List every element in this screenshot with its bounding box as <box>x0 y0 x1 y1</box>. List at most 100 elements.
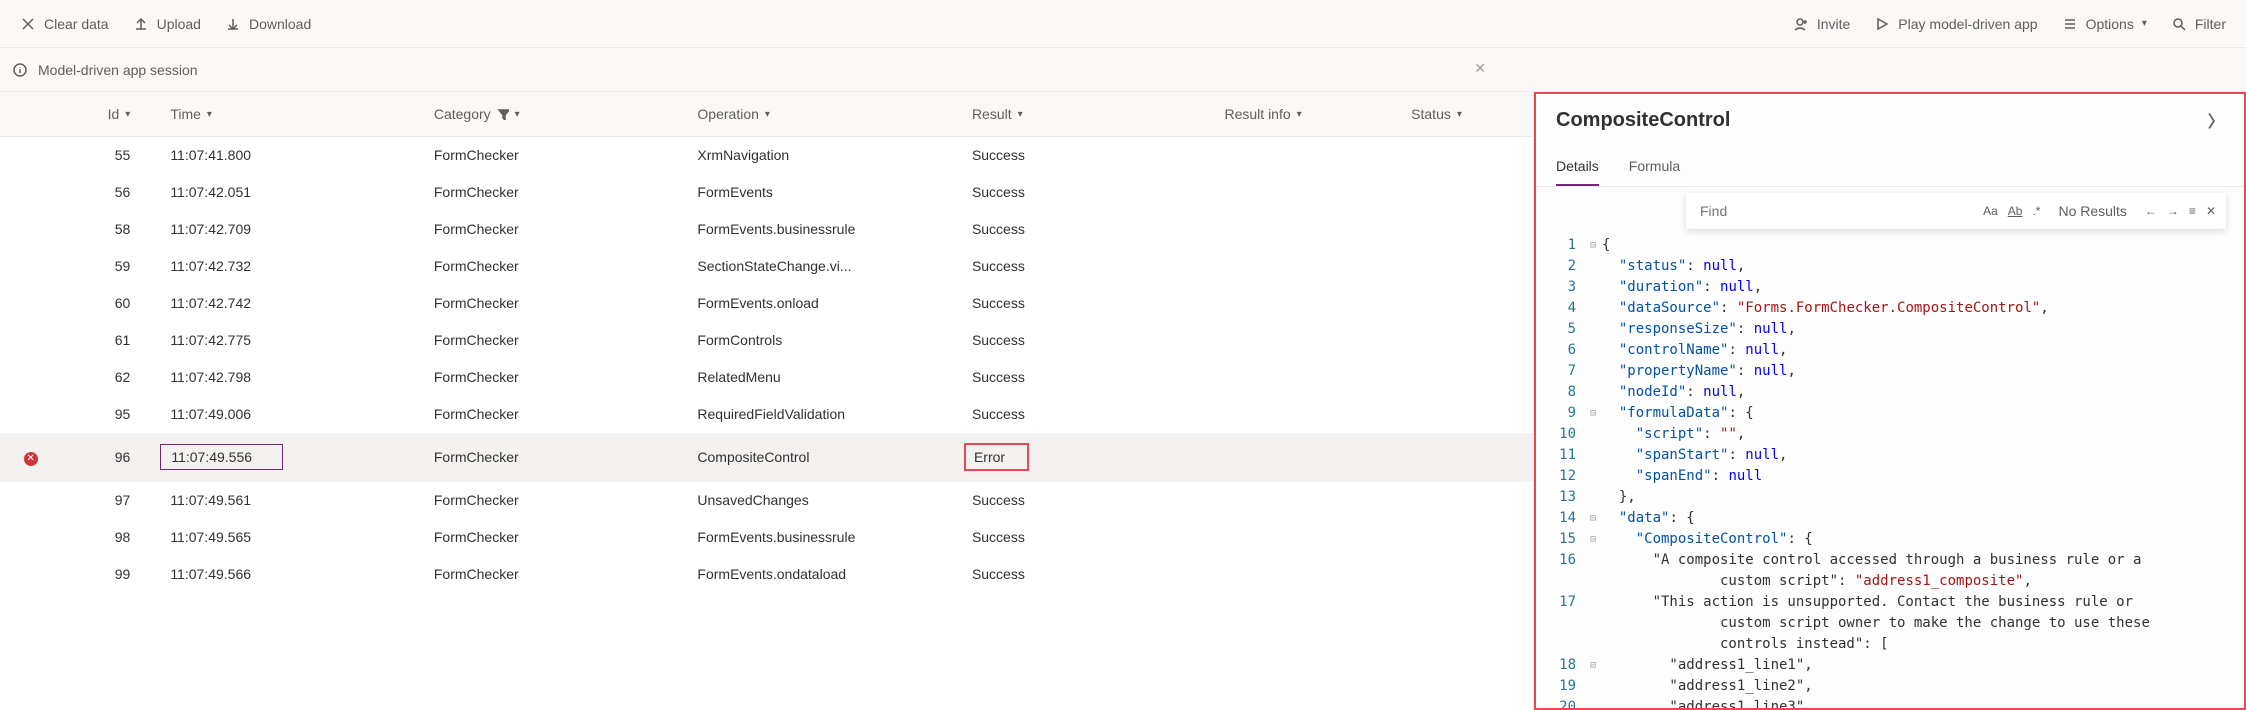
code-line: 11 "spanStart": null, <box>1536 445 2244 466</box>
code-line: 13 }, <box>1536 487 2244 508</box>
code-line: 6 "controlName": null, <box>1536 340 2244 361</box>
find-close-button[interactable]: ✕ <box>2206 204 2216 218</box>
cell-time: 11:07:42.775 <box>160 322 424 359</box>
col-result-info[interactable]: Result info▾ <box>1215 92 1402 137</box>
chevron-down-icon: ▾ <box>1018 109 1023 120</box>
col-id[interactable]: Id▾ <box>61 92 160 137</box>
session-bar: Model-driven app session ✕ <box>0 48 2246 92</box>
col-status[interactable]: Status▾ <box>1401 92 1533 137</box>
cell-result: Success <box>962 137 1215 174</box>
filter-button[interactable]: Filter <box>2171 16 2226 32</box>
find-next-button[interactable]: → <box>2167 204 2179 218</box>
chevron-down-icon: ▾ <box>207 109 212 120</box>
cell-operation: UnsavedChanges <box>687 482 962 519</box>
upload-button[interactable]: Upload <box>133 16 201 32</box>
play-label: Play model-driven app <box>1898 16 2037 32</box>
whole-word-icon[interactable]: Ab <box>2008 204 2023 218</box>
cell-operation: CompositeControl <box>687 433 962 482</box>
code-line: controls instead": [ <box>1536 634 2244 655</box>
table-row[interactable]: 9711:07:49.561FormCheckerUnsavedChangesS… <box>0 482 1533 519</box>
table-row[interactable]: ✕9611:07:49.556FormCheckerCompositeContr… <box>0 433 1533 482</box>
cell-operation: FormEvents.businessrule <box>687 519 962 556</box>
find-input[interactable] <box>1696 199 1971 223</box>
collapse-button[interactable]: 〉 <box>2208 108 2224 132</box>
chevron-down-icon: ▾ <box>1297 109 1302 120</box>
chevron-down-icon: ▾ <box>2142 18 2147 29</box>
cell-result: Success <box>962 556 1215 593</box>
options-button[interactable]: Options ▾ <box>2062 16 2147 32</box>
cell-category: FormChecker <box>424 285 688 322</box>
close-icon <box>20 16 36 32</box>
cell-time: 11:07:49.565 <box>160 519 424 556</box>
cell-time: 11:07:41.800 <box>160 137 424 174</box>
session-close-button[interactable]: ✕ <box>1474 60 1486 77</box>
cell-category: FormChecker <box>424 556 688 593</box>
match-case-icon[interactable]: Aa <box>1983 204 1998 218</box>
code-line: 16 "A composite control accessed through… <box>1536 550 2244 571</box>
regex-icon[interactable]: .* <box>2032 204 2040 218</box>
table-row[interactable]: 6111:07:42.775FormCheckerFormControlsSuc… <box>0 322 1533 359</box>
upload-icon <box>133 16 149 32</box>
table-row[interactable]: 5611:07:42.051FormCheckerFormEventsSucce… <box>0 174 1533 211</box>
chevron-down-icon: ▾ <box>125 109 130 120</box>
download-button[interactable]: Download <box>225 16 311 32</box>
cell-category: FormChecker <box>424 322 688 359</box>
tab-details[interactable]: Details <box>1556 148 1599 186</box>
play-icon <box>1874 16 1890 32</box>
cell-operation: FormControls <box>687 322 962 359</box>
code-viewer[interactable]: 1⊟{2 "status": null,3 "duration": null,4… <box>1536 229 2244 708</box>
table-row[interactable]: 9511:07:49.006FormCheckerRequiredFieldVa… <box>0 396 1533 433</box>
cell-time: 11:07:49.006 <box>160 396 424 433</box>
toolbar: Clear data Upload Download Invite Play m… <box>0 0 2246 48</box>
chevron-down-icon: ▾ <box>1457 109 1462 120</box>
table-row[interactable]: 9811:07:49.565FormCheckerFormEvents.busi… <box>0 519 1533 556</box>
table-row[interactable]: 5811:07:42.709FormCheckerFormEvents.busi… <box>0 211 1533 248</box>
find-prev-button[interactable]: ← <box>2145 204 2157 218</box>
cell-result: Success <box>962 359 1215 396</box>
cell-time: 11:07:42.709 <box>160 211 424 248</box>
cell-category: FormChecker <box>424 248 688 285</box>
cell-operation: FormEvents.ondataload <box>687 556 962 593</box>
cell-result: Success <box>962 482 1215 519</box>
filter-icon <box>497 108 509 120</box>
code-line: 2 "status": null, <box>1536 256 2244 277</box>
cell-operation: RequiredFieldValidation <box>687 396 962 433</box>
cell-operation: FormEvents <box>687 174 962 211</box>
code-line: 1⊟{ <box>1536 235 2244 256</box>
code-line: 20 "address1_line3" <box>1536 697 2244 708</box>
code-line: 9⊟ "formulaData": { <box>1536 403 2244 424</box>
tab-formula[interactable]: Formula <box>1629 148 1680 186</box>
cell-result: Success <box>962 519 1215 556</box>
download-icon <box>225 16 241 32</box>
col-operation[interactable]: Operation▾ <box>687 92 962 137</box>
col-time[interactable]: Time▾ <box>160 92 424 137</box>
cell-result: Success <box>962 248 1215 285</box>
table-row[interactable]: 6211:07:42.798FormCheckerRelatedMenuSucc… <box>0 359 1533 396</box>
clear-data-label: Clear data <box>44 16 109 32</box>
chevron-down-icon: ▾ <box>765 109 770 120</box>
cell-id: 62 <box>61 359 160 396</box>
code-line: 19 "address1_line2", <box>1536 676 2244 697</box>
cell-id: 55 <box>61 137 160 174</box>
cell-result: Success <box>962 396 1215 433</box>
cell-id: 61 <box>61 322 160 359</box>
table-row[interactable]: 9911:07:49.566FormCheckerFormEvents.onda… <box>0 556 1533 593</box>
col-result[interactable]: Result▾ <box>962 92 1215 137</box>
play-button[interactable]: Play model-driven app <box>1874 16 2037 32</box>
col-category[interactable]: Category▾ <box>424 92 688 137</box>
cell-operation: SectionStateChange.vi... <box>687 248 962 285</box>
cell-category: FormChecker <box>424 137 688 174</box>
invite-button[interactable]: Invite <box>1793 16 1850 32</box>
cell-category: FormChecker <box>424 174 688 211</box>
download-label: Download <box>249 16 311 32</box>
cell-time: 11:07:49.556 <box>160 433 424 482</box>
cell-result: Error <box>962 433 1215 482</box>
find-selection-button[interactable]: ≡ <box>2189 204 2196 218</box>
search-icon <box>2171 16 2187 32</box>
clear-data-button[interactable]: Clear data <box>20 16 109 32</box>
table-row[interactable]: 5911:07:42.732FormCheckerSectionStateCha… <box>0 248 1533 285</box>
find-results-label: No Results <box>2058 203 2126 219</box>
detail-title: CompositeControl <box>1556 109 1730 132</box>
table-row[interactable]: 5511:07:41.800FormCheckerXrmNavigationSu… <box>0 137 1533 174</box>
table-row[interactable]: 6011:07:42.742FormCheckerFormEvents.onlo… <box>0 285 1533 322</box>
